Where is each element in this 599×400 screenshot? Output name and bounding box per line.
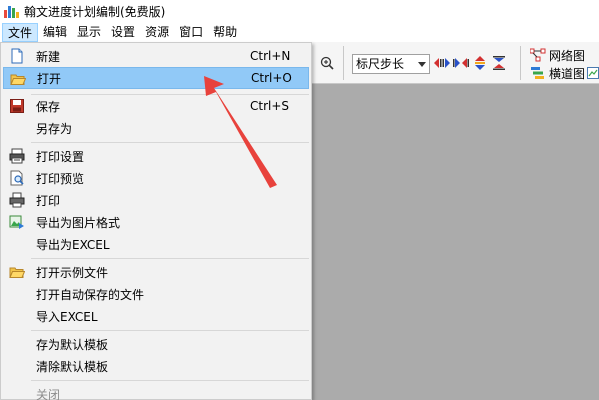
menu-item-save-default-template[interactable]: 存为默认模板 — [3, 333, 309, 355]
menu-item-label: 打开示例文件 — [36, 265, 109, 280]
chevron-down-icon — [418, 62, 426, 67]
window-title: 翰文进度计划编制(免费版) — [24, 4, 166, 19]
menu-window[interactable]: 窗口 — [174, 23, 208, 42]
print-preview-icon — [10, 170, 24, 186]
shrink-vertical-icon[interactable] — [491, 56, 507, 70]
toolbar-separator — [520, 46, 521, 80]
open-folder-icon — [10, 74, 26, 85]
title-bar: 翰文进度计划编制(免费版) — [0, 0, 599, 22]
menu-item-label: 导入EXCEL — [36, 309, 98, 324]
chart-icon[interactable] — [587, 67, 599, 79]
menu-item-export-excel[interactable]: 导出为EXCEL — [3, 233, 309, 255]
menu-item-label: 新建 — [36, 49, 61, 64]
menu-item-label: 打印 — [36, 193, 61, 208]
menu-file[interactable]: 文件 — [2, 22, 39, 42]
print-setup-icon — [9, 148, 25, 164]
menu-item-label: 打开自动保存的文件 — [36, 287, 145, 302]
menu-item-save[interactable]: 保存 Ctrl+S — [3, 95, 309, 117]
menu-item-label: 打印预览 — [36, 171, 85, 186]
printer-icon — [9, 192, 25, 208]
toolbar-separator — [343, 46, 344, 80]
menu-item-shortcut: Ctrl+S — [250, 99, 290, 113]
menu-item-new[interactable]: 新建 Ctrl+N — [3, 45, 309, 67]
menu-item-label: 存为默认模板 — [36, 337, 109, 352]
menu-item-label: 打开 — [37, 71, 62, 86]
app-icon — [4, 4, 19, 18]
menu-item-shortcut: Ctrl+O — [251, 71, 292, 85]
menu-bar: 文件 编辑 显示 设置 资源 窗口 帮助 — [0, 22, 599, 42]
gantt-chart-icon — [531, 67, 544, 79]
zoom-in-icon[interactable] — [320, 56, 334, 70]
menu-item-label: 另存为 — [36, 121, 73, 136]
menu-edit[interactable]: 编辑 — [38, 23, 72, 42]
menu-item-import-excel[interactable]: 导入EXCEL — [3, 305, 309, 327]
ruler-step-value: 标尺步长 — [356, 57, 405, 71]
menu-item-close[interactable]: 关闭 — [3, 383, 309, 400]
menu-item-save-as[interactable]: 另存为 — [3, 117, 309, 139]
menu-item-open-autosave[interactable]: 打开自动保存的文件 — [3, 283, 309, 305]
menu-item-label: 清除默认模板 — [36, 359, 109, 374]
gantt-view-label: 横道图 — [549, 66, 586, 81]
example-folder-icon — [9, 267, 25, 278]
export-image-icon — [9, 215, 24, 229]
menu-item-print-preview[interactable]: 打印预览 — [3, 167, 309, 189]
menu-help[interactable]: 帮助 — [208, 23, 242, 42]
shrink-horizontal-icon[interactable] — [453, 56, 469, 70]
menu-item-label: 保存 — [36, 99, 61, 114]
menu-item-open[interactable]: 打开 Ctrl+O — [3, 67, 309, 89]
expand-vertical-icon[interactable] — [472, 56, 488, 70]
menu-item-shortcut: Ctrl+N — [250, 49, 291, 63]
menu-resources[interactable]: 资源 — [140, 23, 174, 42]
menu-settings[interactable]: 设置 — [106, 23, 140, 42]
gantt-view-button[interactable]: 横道图 — [530, 65, 599, 81]
network-view-button[interactable]: 网络图 — [530, 47, 585, 63]
menu-item-label: 打印设置 — [36, 149, 85, 164]
file-menu-dropdown: 新建 Ctrl+N 打开 Ctrl+O 保存 Ctrl+S 另存为 打印设置 打… — [0, 42, 312, 400]
menu-separator — [31, 258, 309, 259]
network-view-label: 网络图 — [549, 48, 586, 63]
new-document-icon — [11, 48, 23, 64]
menu-separator — [31, 380, 309, 381]
menu-item-export-image[interactable]: 导出为图片格式 — [3, 211, 309, 233]
ruler-step-select[interactable]: 标尺步长 — [352, 54, 430, 74]
menu-item-label: 导出为图片格式 — [36, 215, 121, 230]
menu-separator — [31, 142, 309, 143]
menu-item-clear-default-template[interactable]: 清除默认模板 — [3, 355, 309, 377]
menu-separator — [31, 330, 309, 331]
menu-item-open-example[interactable]: 打开示例文件 — [3, 261, 309, 283]
save-disk-icon — [10, 99, 24, 113]
toolbar-right: 标尺步长 网络图 横道图 — [313, 42, 599, 84]
menu-item-print-setup[interactable]: 打印设置 — [3, 145, 309, 167]
menu-item-label: 导出为EXCEL — [36, 237, 110, 252]
expand-horizontal-icon[interactable] — [434, 56, 450, 70]
network-diagram-icon — [530, 48, 546, 62]
menu-item-print[interactable]: 打印 — [3, 189, 309, 211]
menu-item-label: 关闭 — [36, 387, 61, 400]
menu-view[interactable]: 显示 — [72, 23, 106, 42]
